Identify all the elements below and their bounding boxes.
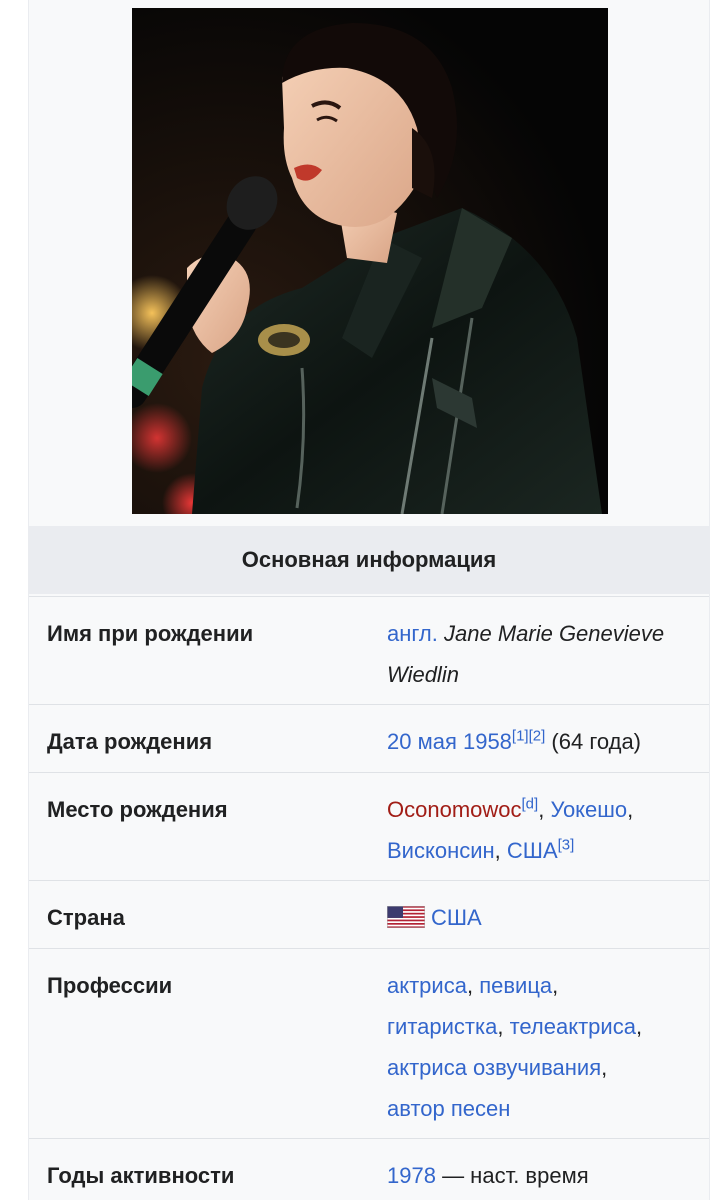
town-link[interactable]: Oconomowoc — [387, 797, 522, 822]
row-birth-place: Место рождения Oconomowoc[d], Уокешо, Вис… — [29, 772, 709, 880]
row-value: актриса, певица, гитаристка, телеактриса,… — [387, 965, 697, 1129]
separator: , — [466, 973, 474, 998]
birth-name-line2: Wiedlin — [387, 662, 459, 687]
row-label: Имя при рождении — [47, 621, 254, 646]
ref-2[interactable]: [2] — [529, 728, 546, 745]
row-value: США — [386, 897, 697, 941]
separator: , — [538, 797, 551, 822]
row-label: Дата рождения — [47, 729, 213, 754]
row-birth-date: Дата рождения 20 мая 1958[1][2] (64 года… — [29, 704, 709, 772]
ref-d[interactable]: [d] — [522, 796, 539, 813]
start-year-link[interactable]: 1978 — [387, 1163, 436, 1188]
separator: , — [635, 1014, 643, 1039]
state-link[interactable]: Висконсин — [387, 838, 495, 863]
profession-link[interactable]: актриса озвучивания — [387, 1055, 601, 1080]
separator: , — [601, 1055, 608, 1080]
row-value: англ. Jane Marie Genevieve Wiedlin — [387, 613, 697, 695]
county-link[interactable]: Уокешо — [550, 797, 627, 822]
separator: , — [627, 797, 634, 822]
row-value: 20 мая 1958[1][2] (64 года) — [387, 721, 697, 762]
ref-3[interactable]: [3] — [558, 837, 575, 854]
lang-link[interactable]: англ. — [387, 621, 438, 646]
age-text: (64 года) — [545, 729, 642, 754]
us-flag-icon[interactable] — [386, 900, 426, 941]
section-header-main-info: Основная информация — [29, 526, 709, 594]
years-rest: — наст. время — [435, 1163, 589, 1188]
row-birth-name: Имя при рождении англ. Jane Marie Genevi… — [29, 596, 709, 704]
section-title: Основная информация — [241, 547, 497, 572]
row-label: Годы активности — [47, 1163, 235, 1188]
birth-date-link[interactable]: 20 мая 1958 — [387, 729, 512, 754]
row-value: 1978 — наст. время — [387, 1155, 697, 1196]
profession-link[interactable]: автор песен — [387, 1096, 510, 1121]
country-link[interactable]: США — [507, 838, 558, 863]
separator: , — [552, 973, 559, 998]
separator: , — [494, 838, 507, 863]
row-country: Страна США — [29, 880, 709, 948]
country-value-link[interactable]: США — [431, 905, 482, 930]
row-professions: Профессии актриса, певица, гитаристка, те… — [29, 948, 709, 1138]
singer-photo[interactable] — [132, 8, 608, 514]
row-years-active: Годы активности 1978 — наст. время — [29, 1138, 709, 1200]
separator: , — [497, 1014, 504, 1039]
profession-link[interactable]: певица — [479, 973, 552, 998]
infobox: Основная информация Имя при рождении анг… — [28, 0, 710, 1200]
row-value: Oconomowoc[d], Уокешо, Висконсин, США[3] — [387, 789, 697, 871]
row-label: Место рождения — [47, 797, 228, 822]
profession-link[interactable]: гитаристка — [387, 1014, 497, 1039]
ref-1[interactable]: [1] — [512, 728, 529, 745]
row-label: Профессии — [47, 973, 173, 998]
profession-link[interactable]: телеактриса — [510, 1014, 636, 1039]
profession-link[interactable]: актриса — [387, 973, 467, 998]
photo-illustration — [132, 8, 608, 514]
row-label: Страна — [47, 905, 125, 930]
birth-name-line1: Jane Marie Genevieve — [444, 621, 665, 646]
